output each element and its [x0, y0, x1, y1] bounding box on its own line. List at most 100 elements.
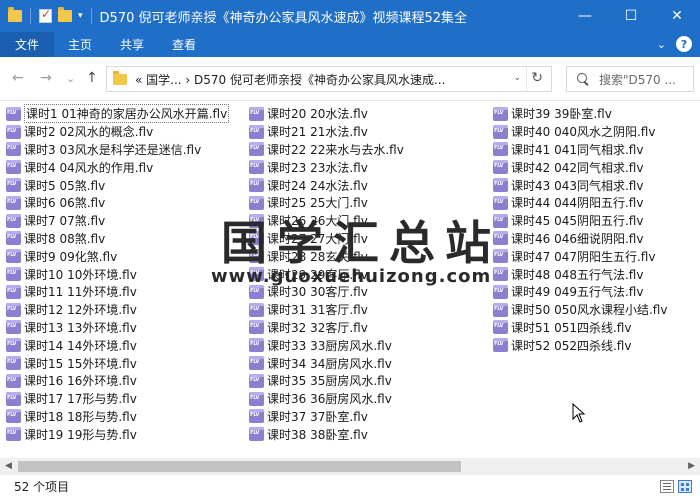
- file-name: 课时9 09化煞.flv: [24, 249, 118, 264]
- file-name: 课时4 04风水的作用.flv: [24, 160, 154, 175]
- file-item[interactable]: 课时15 15外环境.flv: [6, 354, 229, 372]
- file-item[interactable]: 课时51 051四杀线.flv: [493, 319, 667, 337]
- search-placeholder: 搜索"D570 ...: [599, 72, 676, 87]
- file-name: 课时15 15外环境.flv: [24, 356, 137, 371]
- address-bar[interactable]: « 国学... › D570 倪可老师亲授《神奇办公家具风水速成... ⌄ ↻: [106, 66, 552, 92]
- file-item[interactable]: 课时4 04风水的作用.flv: [6, 158, 229, 176]
- file-item[interactable]: 课时22 22来水与去水.flv: [249, 141, 404, 159]
- file-item[interactable]: 课时39 39卧室.flv: [493, 105, 667, 123]
- file-item[interactable]: 课时18 18形与势.flv: [6, 408, 229, 426]
- properties-icon[interactable]: [39, 7, 52, 23]
- tab-home[interactable]: 主页: [54, 32, 106, 57]
- file-item[interactable]: 课时13 13外环境.flv: [6, 319, 229, 337]
- address-path[interactable]: « 国学... › D570 倪可老师亲授《神奇办公家具风水速成...: [135, 71, 445, 88]
- file-item[interactable]: 课时7 07煞.flv: [6, 212, 229, 230]
- file-item[interactable]: 课时42 042同气相求.flv: [493, 158, 667, 176]
- file-item[interactable]: 课时43 043同气相求.flv: [493, 176, 667, 194]
- file-item[interactable]: 课时46 046细说阴阳.flv: [493, 230, 667, 248]
- file-item[interactable]: 课时11 11外环境.flv: [6, 283, 229, 301]
- file-name: 课时13 13外环境.flv: [24, 320, 137, 335]
- file-item[interactable]: 课时40 040风水之阴阳.flv: [493, 123, 667, 141]
- file-item[interactable]: 课时10 10外环境.flv: [6, 265, 229, 283]
- scroll-left-icon[interactable]: ◀: [5, 461, 12, 471]
- file-name: 课时33 33厨房风水.flv: [267, 338, 392, 353]
- file-item[interactable]: 课时37 37卧室.flv: [249, 408, 404, 426]
- flv-file-icon: [6, 284, 21, 299]
- flv-file-icon: [249, 391, 264, 406]
- flv-file-icon: [6, 178, 21, 193]
- file-item[interactable]: 课时19 19形与势.flv: [6, 425, 229, 443]
- file-item[interactable]: 课时6 06煞.flv: [6, 194, 229, 212]
- recent-locations-icon[interactable]: ⌄: [66, 72, 75, 85]
- file-item[interactable]: 课时1 01神奇的家居办公风水开篇.flv: [6, 104, 230, 124]
- file-name: 课时17 17形与势.flv: [24, 392, 137, 407]
- file-item[interactable]: 课时35 35厨房风水.flv: [249, 372, 404, 390]
- file-item[interactable]: 课时50 050风水课程小结.flv: [493, 301, 667, 319]
- file-item[interactable]: 课时48 048五行气法.flv: [493, 265, 667, 283]
- file-item[interactable]: 课时45 045阴阳五行.flv: [493, 212, 667, 230]
- flv-file-icon: [249, 178, 264, 193]
- maximize-button[interactable]: ☐: [608, 0, 654, 32]
- file-name: 课时46 046细说阴阳.flv: [511, 231, 644, 246]
- file-item[interactable]: 课时20 20水法.flv: [249, 105, 404, 123]
- file-item[interactable]: 课时36 36厨房风水.flv: [249, 390, 404, 408]
- customize-toolbar-icon[interactable]: ▾: [78, 11, 83, 21]
- flv-file-icon: [249, 320, 264, 335]
- tab-file[interactable]: 文件: [0, 32, 55, 57]
- file-item[interactable]: 课时8 08煞.flv: [6, 230, 229, 248]
- file-item[interactable]: 课时21 21水法.flv: [249, 123, 404, 141]
- tab-share[interactable]: 共享: [106, 32, 158, 57]
- file-item[interactable]: 课时41 041同气相求.flv: [493, 141, 667, 159]
- file-item[interactable]: 课时33 33厨房风水.flv: [249, 336, 404, 354]
- flv-file-icon: [6, 338, 21, 353]
- file-item[interactable]: 课时34 34厨房风水.flv: [249, 354, 404, 372]
- file-name: 课时6 06煞.flv: [24, 196, 106, 211]
- flv-file-icon: [249, 338, 264, 353]
- file-item[interactable]: 课时5 05煞.flv: [6, 176, 229, 194]
- details-view-icon[interactable]: [660, 480, 674, 493]
- flv-file-icon: [249, 302, 264, 317]
- scroll-right-icon[interactable]: ▶: [688, 461, 695, 471]
- large-icons-view-icon[interactable]: [678, 480, 692, 493]
- file-item[interactable]: 课时44 044阴阳五行.flv: [493, 194, 667, 212]
- flv-file-icon: [6, 302, 21, 317]
- file-item[interactable]: 课时9 09化煞.flv: [6, 247, 229, 265]
- file-item[interactable]: 课时47 047阴阳生五行.flv: [493, 247, 667, 265]
- file-item[interactable]: 课时17 17形与势.flv: [6, 390, 229, 408]
- help-icon[interactable]: ?: [676, 36, 692, 52]
- address-dropdown-icon[interactable]: ⌄: [513, 73, 521, 83]
- up-arrow-icon[interactable]: ↑: [86, 70, 98, 86]
- file-item[interactable]: 课时2 02风水的概念.flv: [6, 123, 229, 141]
- search-input[interactable]: 搜索"D570 ...: [566, 66, 694, 92]
- file-item[interactable]: 课时23 23水法.flv: [249, 158, 404, 176]
- flv-file-icon: [249, 142, 264, 157]
- minimize-button[interactable]: —: [562, 0, 608, 32]
- expand-ribbon-icon[interactable]: ⌄: [657, 38, 666, 51]
- flv-file-icon: [493, 178, 508, 193]
- file-item[interactable]: 课时32 32客厅.flv: [249, 319, 404, 337]
- flv-file-icon: [6, 320, 21, 335]
- flv-file-icon: [493, 320, 508, 335]
- tab-view[interactable]: 查看: [158, 32, 210, 57]
- file-item[interactable]: 课时31 31客厅.flv: [249, 301, 404, 319]
- file-item[interactable]: 课时52 052四杀线.flv: [493, 336, 667, 354]
- file-item[interactable]: 课时12 12外环境.flv: [6, 301, 229, 319]
- forward-arrow-icon[interactable]: →: [40, 70, 52, 86]
- flv-file-icon: [493, 338, 508, 353]
- file-item[interactable]: 课时3 03风水是科学还是迷信.flv: [6, 141, 229, 159]
- new-folder-icon[interactable]: [58, 7, 72, 22]
- back-arrow-icon[interactable]: ←: [12, 70, 24, 86]
- file-item[interactable]: 课时38 38卧室.flv: [249, 425, 404, 443]
- file-item[interactable]: 课时16 16外环境.flv: [6, 372, 229, 390]
- horizontal-scrollbar[interactable]: ◀ ▶: [0, 458, 700, 475]
- scrollbar-thumb[interactable]: [18, 461, 461, 472]
- file-name: 课时5 05煞.flv: [24, 178, 106, 193]
- file-item[interactable]: 课时49 049五行气法.flv: [493, 283, 667, 301]
- close-button[interactable]: ✕: [654, 0, 700, 32]
- file-item[interactable]: 课时24 24水法.flv: [249, 176, 404, 194]
- flv-file-icon: [249, 106, 264, 121]
- refresh-icon[interactable]: ↻: [531, 70, 543, 86]
- file-item[interactable]: 课时14 14外环境.flv: [6, 336, 229, 354]
- file-name: 课时21 21水法.flv: [267, 125, 368, 140]
- file-name: 课时45 045阴阳五行.flv: [511, 214, 644, 229]
